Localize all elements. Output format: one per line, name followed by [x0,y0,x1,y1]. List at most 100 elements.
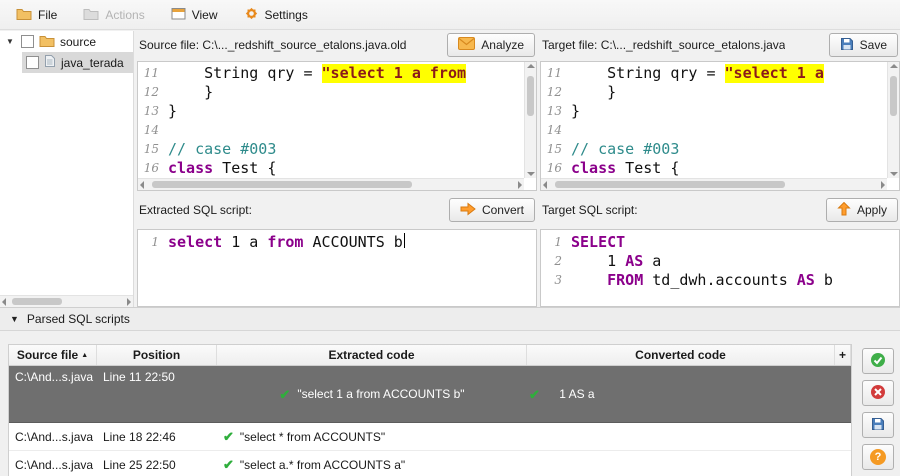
scroll-down-icon[interactable] [890,172,898,176]
code-token: a [643,252,661,271]
results-area: Source file ▲ Position Extracted code Co… [0,331,900,476]
table-row[interactable]: C:\And...s.java Line 25 22:50 ✔ "select … [9,451,851,476]
source-code-editor[interactable]: 11 String qry = "select 1 a from 12 } 13… [137,61,537,191]
target-code-editor[interactable]: 11 String qry = "select 1 a 12 } 13} 14 … [540,61,900,191]
scroll-right-icon[interactable] [881,181,885,189]
scroll-right-icon[interactable] [518,181,522,189]
code-token: b [815,271,833,290]
app-window: File Actions View Settings ▼ source java… [0,0,900,476]
cell-converted-code [527,451,835,476]
keyword-token: SELECT [571,233,625,252]
extracted-sql-editor[interactable]: 1select 1 a from ACCOUNTS b [137,229,537,307]
file-icon [44,54,56,71]
folder-icon [39,34,55,50]
scroll-left-icon[interactable] [140,181,144,189]
tree-item-java-file[interactable]: java_terada [22,52,133,73]
save-results-button[interactable] [862,412,894,438]
code-line: 16class Test { [541,159,899,178]
menu-settings[interactable]: Settings [236,2,320,28]
save-button[interactable]: Save [829,33,898,57]
tree-item-source[interactable]: ▼ source [0,31,133,52]
column-header-source-file[interactable]: Source file ▲ [9,345,97,365]
scroll-right-icon[interactable] [127,298,131,306]
menu-view[interactable]: View [163,3,230,27]
tree-horizontal-scrollbar[interactable] [0,295,133,307]
line-number: 16 [541,159,571,178]
code-line: 12 } [541,83,899,102]
line-number: 15 [541,140,571,159]
reject-button[interactable] [862,380,894,406]
highlighted-sql-token: "select 1 a [725,64,824,83]
folder-icon [16,7,32,23]
target-sql-editor[interactable]: 1SELECT 2 1 AS a 3 FROM td_dwh.accounts … [540,229,900,307]
java-file-checkbox[interactable] [26,56,39,69]
line-number: 12 [138,83,168,102]
menu-bar: File Actions View Settings [0,0,900,30]
scrollbar-thumb[interactable] [152,181,412,188]
code-token: } [571,83,616,102]
source-panel: Source file: C:\..._redshift_source_etal… [137,31,537,307]
accept-button[interactable] [862,348,894,374]
code-token: String qry = [571,64,725,83]
check-icon: ✔ [223,430,234,443]
cell-extracted-code: ✔ "select 1 a from ACCOUNTS b" [217,366,527,422]
menu-settings-label: Settings [265,8,308,22]
column-header-converted-code[interactable]: Converted code [527,345,835,365]
scroll-up-icon[interactable] [890,64,898,68]
line-number: 15 [138,140,168,159]
source-folder-checkbox[interactable] [21,35,34,48]
convert-button[interactable]: Convert [449,198,535,222]
table-row-selected[interactable]: C:\And...s.java Line 11 22:50 ✔ "select … [9,366,851,423]
actions-icon [83,7,99,23]
table-row[interactable]: C:\And...s.java Line 18 22:46 ✔ "select … [9,423,851,451]
scrollbar-thumb[interactable] [527,76,534,116]
extracted-code-text: "select a.* from ACCOUNTS a" [240,458,405,472]
scrollbar-thumb[interactable] [555,181,785,188]
target-file-title: Target file: C:\..._redshift_source_etal… [542,38,785,52]
keyword-token: AS [797,271,815,290]
floppy-icon [871,417,885,434]
cell-empty [835,451,851,476]
help-icon: ? [870,449,886,465]
menu-actions: Actions [75,3,156,27]
code-line: 1SELECT [541,233,899,252]
vertical-scrollbar[interactable] [524,62,536,178]
line-number: 16 [138,159,168,178]
help-button[interactable]: ? [862,444,894,470]
add-column-button[interactable]: + [835,345,851,365]
menu-view-label: View [192,8,218,22]
menu-file[interactable]: File [8,3,69,27]
column-header-position[interactable]: Position [97,345,217,365]
scrollbar-thumb[interactable] [890,76,897,116]
scrollbar-thumb[interactable] [12,298,62,305]
code-token: Test { [616,159,679,178]
file-tree: ▼ source java_terada [0,31,134,307]
code-token: td_dwh.accounts [643,271,797,290]
apply-button[interactable]: Apply [826,198,898,222]
parsed-scripts-header[interactable]: ▼ Parsed SQL scripts [0,307,900,331]
vertical-scrollbar[interactable] [887,62,899,178]
collapse-icon[interactable]: ▼ [10,314,19,324]
code-line: 15// case #003 [541,140,899,159]
target-panel: Target file: C:\..._redshift_source_etal… [540,31,900,307]
line-number: 14 [138,121,168,140]
gear-icon [244,6,259,24]
analyze-button[interactable]: Analyze [447,33,535,57]
parsed-scripts-table: Source file ▲ Position Extracted code Co… [8,344,852,476]
column-header-extracted-code[interactable]: Extracted code [217,345,527,365]
cell-source-file: C:\And...s.java [9,423,97,450]
scroll-down-icon[interactable] [527,172,535,176]
scroll-left-icon[interactable] [543,181,547,189]
line-number: 11 [541,64,571,83]
tree-item-label: java_terada [61,56,124,70]
horizontal-scrollbar[interactable] [138,178,524,190]
scroll-up-icon[interactable] [527,64,535,68]
cell-source-file: C:\And...s.java [9,366,97,422]
code-line: 14 [138,121,536,140]
code-token: Test { [213,159,276,178]
expander-icon[interactable]: ▼ [6,37,16,46]
horizontal-scrollbar[interactable] [541,178,887,190]
scroll-left-icon[interactable] [2,298,6,306]
line-number: 1 [138,233,168,252]
cell-empty [835,423,851,450]
